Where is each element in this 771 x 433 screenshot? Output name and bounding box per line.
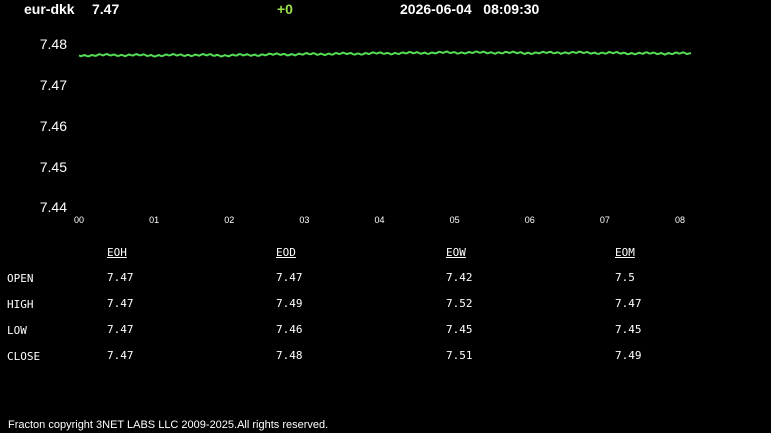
x-axis: 00 01 02 03 04 05 06 07 08 [74, 215, 685, 225]
table-cell: 7.47 [615, 297, 642, 310]
y-tick-label: 7.47 [40, 77, 67, 93]
table-cell: 7.52 [446, 297, 473, 310]
row-label-close: CLOSE [7, 350, 41, 363]
y-tick-label: 7.45 [40, 159, 67, 175]
price-chart: 7.48 7.47 7.46 7.45 7.44 00 01 02 03 04 05 06 0… [40, 36, 692, 225]
column-header-eod: EOD [276, 246, 296, 259]
table-cell: 7.5 [615, 271, 635, 284]
table-cell: 7.49 [276, 297, 303, 310]
table-cell: 7.47 [107, 349, 134, 362]
y-tick-label: 7.46 [40, 118, 67, 134]
x-tick-label: 04 [374, 215, 384, 225]
x-tick-label: 02 [224, 215, 234, 225]
column-header-eom: EOM [615, 246, 635, 259]
x-tick-label: 01 [149, 215, 159, 225]
x-tick-label: 05 [450, 215, 460, 225]
table-cell: 7.47 [107, 297, 134, 310]
row-label-open: OPEN [7, 272, 34, 285]
series-line [78, 50, 692, 58]
row-label-high: HIGH [7, 298, 34, 311]
x-tick-label: 00 [74, 215, 84, 225]
x-tick-label: 08 [675, 215, 685, 225]
series-group [78, 50, 692, 58]
table-cell: 7.45 [446, 323, 473, 336]
table-cell: 7.45 [615, 323, 642, 336]
table-cell: 7.46 [276, 323, 303, 336]
y-axis: 7.48 7.47 7.46 7.45 7.44 [40, 36, 67, 215]
table-cell: 7.42 [446, 271, 473, 284]
y-tick-label: 7.48 [40, 36, 67, 52]
table-cell: 7.47 [276, 271, 303, 284]
column-header-eoh: EOH [107, 246, 127, 259]
column-header-eow: EOW [446, 246, 466, 259]
table-cell: 7.49 [615, 349, 642, 362]
table-cell: 7.47 [107, 323, 134, 336]
row-label-low: LOW [7, 324, 27, 337]
copyright-footer: Fracton copyright 3NET LABS LLC 2009-202… [8, 419, 329, 431]
x-tick-label: 03 [299, 215, 309, 225]
x-tick-label: 06 [525, 215, 535, 225]
table-cell: 7.48 [276, 349, 303, 362]
table-cell: 7.47 [107, 271, 134, 284]
x-tick-label: 07 [600, 215, 610, 225]
table-cell: 7.51 [446, 349, 473, 362]
y-tick-label: 7.44 [40, 199, 67, 215]
